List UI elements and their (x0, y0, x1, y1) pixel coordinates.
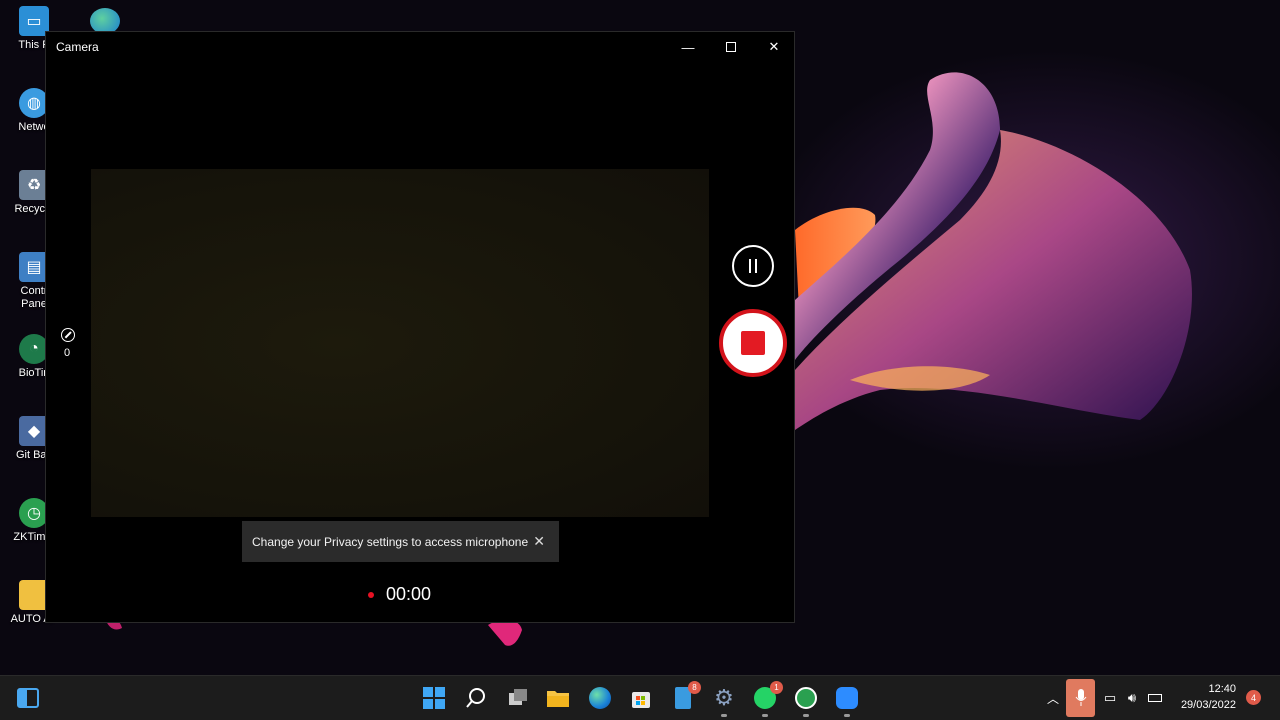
clock-app-icon (795, 687, 817, 709)
windows-logo-icon (423, 687, 445, 709)
title-bar[interactable]: Camera — ✕ (46, 32, 794, 62)
pause-icon (749, 259, 751, 273)
edge-button[interactable] (588, 686, 612, 710)
store-button[interactable] (629, 686, 653, 710)
photo-timer-count: 0 (64, 347, 71, 359)
maximize-button[interactable] (709, 32, 753, 62)
recording-dot-icon (368, 591, 374, 598)
clock-time[interactable]: 12:40 (1196, 683, 1236, 695)
stop-icon (741, 331, 765, 355)
widgets-button[interactable] (16, 686, 40, 710)
toast-message: Change your Privacy settings to access m… (252, 534, 529, 549)
edge-icon (589, 687, 611, 709)
files-badge: 8 (688, 681, 701, 694)
camera-preview (91, 169, 709, 517)
files-app-button[interactable]: 8 (671, 681, 701, 710)
taskbar: 8 ⚙ 1 ︿ ▭ 🔊︎ (0, 675, 1280, 720)
privacy-toast: Change your Privacy settings to access m… (242, 521, 559, 562)
task-view-icon (509, 689, 527, 705)
search-button[interactable] (464, 686, 488, 710)
network-tray-button[interactable]: ▭ (1100, 686, 1120, 710)
show-hidden-icons-button[interactable]: ︿ (1043, 686, 1063, 710)
photo-timer-icon[interactable] (61, 328, 75, 342)
widgets-icon (17, 688, 39, 708)
gear-icon: ⚙ (714, 685, 734, 710)
folder-icon (547, 691, 569, 707)
network-icon: ▭ (1103, 690, 1117, 705)
recording-indicator: 00:00 (368, 584, 431, 605)
maximize-icon (726, 42, 736, 52)
minimize-button[interactable]: — (666, 32, 710, 62)
close-button[interactable]: ✕ (752, 32, 796, 62)
whatsapp-button[interactable]: 1 (753, 681, 783, 717)
whatsapp-badge: 1 (770, 681, 783, 694)
pause-recording-button[interactable] (732, 245, 774, 287)
zoom-button[interactable] (835, 686, 859, 717)
window-title: Camera (56, 40, 99, 54)
start-button[interactable] (422, 686, 446, 710)
stop-recording-button[interactable] (719, 309, 787, 377)
video-camera-icon (836, 687, 858, 709)
file-explorer-button[interactable] (546, 686, 570, 710)
microphone-in-use-button[interactable] (1066, 679, 1095, 717)
chevron-up-icon: ︿ (1046, 691, 1059, 706)
clock-date[interactable]: 29/03/2022 (1172, 699, 1236, 711)
search-icon (466, 688, 485, 708)
battery-button[interactable] (1145, 686, 1165, 710)
camera-window: Camera — ✕ 0 Change your Privacy setting… (45, 31, 795, 623)
battery-icon (1148, 694, 1162, 702)
toast-close-button[interactable]: ✕ (533, 533, 545, 550)
task-view-button[interactable] (506, 686, 530, 710)
volume-button[interactable]: 🔊︎ (1122, 686, 1142, 710)
store-icon (632, 692, 650, 708)
recording-time: 00:00 (386, 584, 432, 604)
zktime-taskbar-button[interactable] (794, 686, 818, 717)
microphone-icon (1075, 689, 1086, 706)
settings-button[interactable]: ⚙ (712, 685, 736, 717)
speaker-icon: 🔊︎ (1127, 690, 1137, 705)
close-icon: ✕ (768, 39, 780, 54)
notification-badge[interactable]: 4 (1246, 690, 1261, 705)
minimize-icon: — (681, 39, 695, 55)
